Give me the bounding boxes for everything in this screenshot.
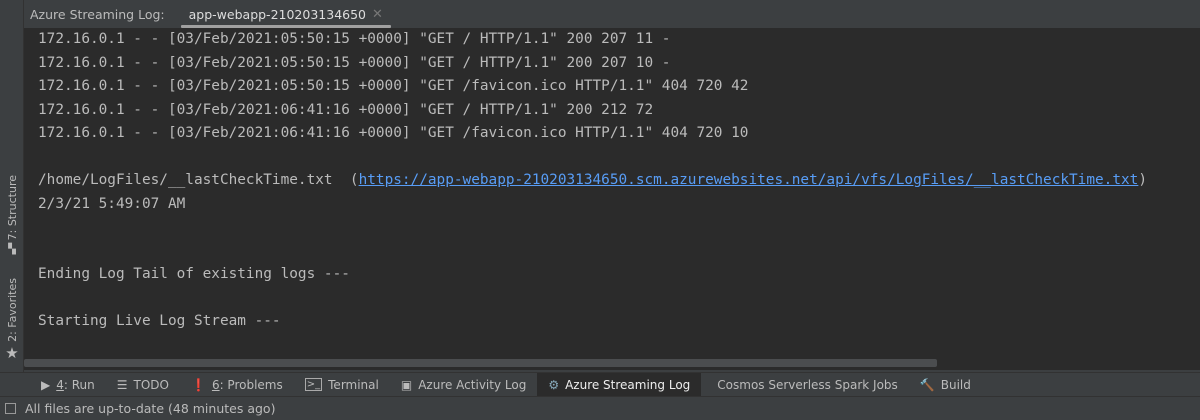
run-tool-button[interactable]: ▶ 4: Run [30,373,106,397]
log-line: 172.16.0.1 - - [03/Feb/2021:05:50:15 +00… [38,54,671,71]
log-line: 172.16.0.1 - - [03/Feb/2021:06:41:16 +00… [38,101,654,118]
log-file-line: /home/LogFiles/__lastCheckTime.txt (http… [38,169,1200,193]
log-line: 172.16.0.1 - - [03/Feb/2021:06:41:16 +00… [38,125,749,141]
play-icon: ▶ [41,377,51,392]
status-bar: All files are up-to-date (48 minutes ago… [0,396,1200,420]
tab-app-webapp[interactable]: app-webapp-210203134650 ✕ [180,0,392,28]
horizontal-scrollbar[interactable] [24,359,937,367]
tab-label: app-webapp-210203134650 [188,6,367,22]
check-time: 2/3/21 5:49:07 AM [38,195,186,212]
log-output[interactable]: 172.16.0.1 - - [03/Feb/2021:05:50:15 +00… [24,28,1200,370]
terminal-tool-button[interactable]: >_ Terminal [294,373,390,397]
paren: ) [1138,172,1148,188]
log-line: 172.16.0.1 - - [03/Feb/2021:05:50:15 +00… [38,31,671,47]
starting-line: Starting Live Log Stream --- [38,313,281,329]
streaming-icon: ⚙ [548,377,560,392]
structure-icon: ▚ [8,244,16,256]
log-line: 172.16.0.1 - - [03/Feb/2021:05:50:15 +00… [38,78,749,94]
tool-window-title: Azure Streaming Log: [30,6,165,22]
log-icon: ▣ [400,377,413,392]
tool-windows-toggle-icon[interactable] [5,403,16,414]
todo-tool-button[interactable]: ☰ TODO [106,373,180,397]
status-text: All files are up-to-date (48 minutes ago… [25,401,276,416]
star-icon: ★ [5,343,19,362]
azure-activity-log-tool-button[interactable]: ▣ Azure Activity Log [390,373,537,397]
close-icon[interactable]: ✕ [372,7,383,22]
build-tool-button[interactable]: 🔨 Build [909,373,982,397]
favorites-label: 2: Favorites [5,278,19,342]
file-path: /home/LogFiles/__lastCheckTime.txt ( [38,172,359,188]
warning-icon: ❗ [190,377,206,392]
list-icon: ☰ [116,377,128,392]
structure-tool-button[interactable]: 7: Structure ▚ [2,175,22,255]
favorites-tool-button[interactable]: 2: Favorites ★ [2,278,22,362]
azure-streaming-log-tool-button[interactable]: ⚙ Azure Streaming Log [537,372,702,397]
problems-tool-button[interactable]: ❗ 6: Problems [180,373,294,397]
terminal-icon: >_ [304,378,323,391]
file-link[interactable]: https://app-webapp-210203134650.scm.azur… [359,172,1139,188]
ending-line: Ending Log Tail of existing logs --- [38,266,350,282]
hammer-icon: 🔨 [919,377,935,392]
tool-window-header: Azure Streaming Log: app-webapp-21020313… [24,0,1200,28]
structure-label: 7: Structure [5,175,19,241]
cosmos-spark-jobs-tool-button[interactable]: Cosmos Serverless Spark Jobs [701,373,909,397]
left-tool-strip: 7: Structure ▚ 2: Favorites ★ [0,0,24,396]
tool-window-bar: ▶ 4: Run ☰ TODO ❗ 6: Problems >_ Terminal ▣ A… [0,372,1200,397]
